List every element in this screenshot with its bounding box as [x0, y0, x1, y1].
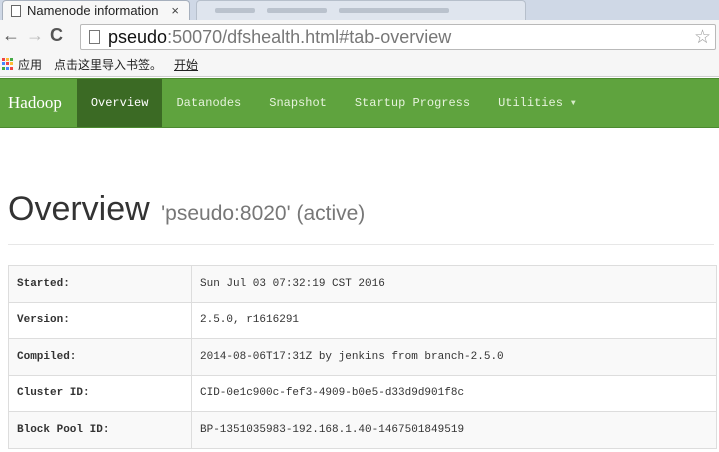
table-row: Version: 2.5.0, r1616291	[8, 301, 717, 339]
tab-datanodes[interactable]: Datanodes	[162, 79, 255, 127]
row-label: Compiled:	[8, 338, 192, 376]
bookmarks-bar: 应用 点击这里导入书签。 开始	[0, 52, 719, 77]
page-subtitle: 'pseudo:8020' (active)	[161, 202, 366, 225]
tab-title: Namenode information	[27, 3, 159, 18]
table-row: Started: Sun Jul 03 07:32:19 CST 2016	[8, 265, 717, 303]
brand-logo[interactable]: Hadoop	[0, 79, 77, 127]
row-value: CID-0e1c900c-fef3-4909-b0e5-d33d9d901f8c	[191, 374, 717, 412]
browser-tab-active[interactable]: Namenode information ×	[2, 0, 190, 20]
row-value: 2014-08-06T17:31Z by jenkins from branch…	[191, 338, 717, 376]
address-bar[interactable]: pseudo :50070/dfshealth.html#tab-overvie…	[80, 24, 716, 50]
tab-startup-progress[interactable]: Startup Progress	[341, 79, 484, 127]
browser-tab-inactive[interactable]	[196, 0, 526, 20]
blurred-text	[267, 8, 327, 13]
table-row: Block Pool ID: BP-1351035983-192.168.1.4…	[8, 411, 717, 449]
forward-arrow-icon[interactable]: →	[26, 24, 44, 46]
tab-overview[interactable]: Overview	[76, 79, 163, 127]
row-label: Block Pool ID:	[8, 411, 192, 449]
blurred-text	[215, 8, 255, 13]
hadoop-navbar: Hadoop Overview Datanodes Snapshot Start…	[0, 78, 719, 128]
table-row: Compiled: 2014-08-06T17:31Z by jenkins f…	[8, 338, 717, 376]
row-value: Sun Jul 03 07:32:19 CST 2016	[191, 265, 717, 303]
url-host: pseudo	[108, 26, 168, 47]
overview-info-table: Started: Sun Jul 03 07:32:19 CST 2016 Ve…	[8, 265, 717, 449]
bookmark-apps[interactable]: 应用	[18, 56, 42, 73]
page-title: Overview	[8, 190, 150, 228]
page-icon	[89, 30, 100, 44]
row-label: Started:	[8, 265, 192, 303]
document-icon	[11, 4, 21, 17]
tab-utilities-label: Utilities	[498, 96, 563, 110]
close-icon[interactable]: ×	[171, 3, 179, 18]
bookmark-star-icon[interactable]: ☆	[694, 26, 711, 49]
row-label: Cluster ID:	[8, 374, 192, 412]
tab-snapshot[interactable]: Snapshot	[255, 79, 341, 127]
tab-utilities[interactable]: Utilities ▼	[484, 79, 590, 127]
url-path: :50070/dfshealth.html#tab-overview	[167, 26, 452, 47]
table-row: Cluster ID: CID-0e1c900c-fef3-4909-b0e5-…	[8, 374, 717, 412]
row-label: Version:	[8, 301, 192, 339]
row-value: 2.5.0, r1616291	[191, 301, 717, 339]
apps-grid-icon[interactable]	[2, 57, 15, 71]
back-arrow-icon[interactable]: ←	[2, 24, 20, 46]
row-value: BP-1351035983-192.168.1.40-1467501849519	[191, 411, 717, 449]
browser-tabstrip: Namenode information ×	[0, 0, 719, 20]
browser-toolbar: ← → C pseudo :50070/dfshealth.html#tab-o…	[0, 20, 719, 52]
caret-down-icon: ▼	[570, 98, 576, 108]
page-header: Overview 'pseudo:8020' (active)	[8, 190, 714, 245]
blurred-text	[339, 8, 449, 13]
bookmark-start-link[interactable]: 开始	[174, 56, 198, 73]
bookmark-import-link[interactable]: 点击这里导入书签。	[54, 56, 162, 73]
reload-icon[interactable]: C	[50, 24, 63, 46]
